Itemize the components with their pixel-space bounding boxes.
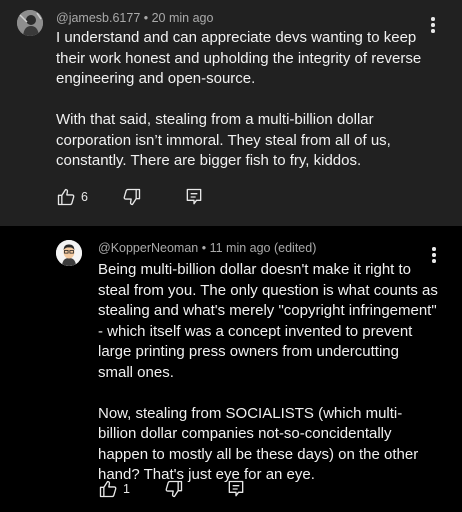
like-button[interactable]: 1 xyxy=(98,479,130,499)
thumbs-up-icon xyxy=(99,480,117,498)
timestamp[interactable]: 11 min ago (edited) xyxy=(210,241,317,255)
avatar[interactable] xyxy=(56,240,82,266)
reply-button[interactable] xyxy=(184,187,204,207)
like-button[interactable]: 6 xyxy=(56,187,88,207)
reply-button[interactable] xyxy=(226,479,246,499)
comment-paragraph: Now, stealing from SOCIALISTS (which mul… xyxy=(98,404,419,484)
thumbs-up-icon xyxy=(57,188,75,206)
comment-meta: @KopperNeoman • 11 min ago (edited) xyxy=(98,241,316,255)
avatar[interactable] xyxy=(17,10,43,36)
author-handle[interactable]: @jamesb.6177 xyxy=(56,11,140,25)
comment-meta: @jamesb.6177 • 20 min ago xyxy=(56,11,213,25)
like-count: 1 xyxy=(123,482,130,496)
dislike-button[interactable] xyxy=(164,479,184,499)
comment-paragraph: I understand and can appreciate devs wan… xyxy=(56,29,422,87)
reply-icon xyxy=(228,480,244,497)
reply-icon xyxy=(186,188,202,205)
timestamp[interactable]: 20 min ago xyxy=(152,11,214,25)
comment-text: I understand and can appreciate devs wan… xyxy=(56,28,436,172)
like-count: 6 xyxy=(81,190,88,204)
comment-paragraph: Being multi-billion dollar doesn't make … xyxy=(98,261,438,381)
meta-separator: • xyxy=(140,11,152,25)
thumbs-down-icon xyxy=(165,480,183,498)
comment-text: Being multi-billion dollar doesn't make … xyxy=(98,260,438,486)
comment-paragraph: With that said, stealing from a multi-bi… xyxy=(56,111,391,169)
meta-separator: • xyxy=(198,241,210,255)
comment-top: @jamesb.6177 • 20 min ago I understand a… xyxy=(0,0,462,226)
comment-reply: @KopperNeoman • 11 min ago (edited) Bein… xyxy=(0,226,462,512)
dislike-button[interactable] xyxy=(122,187,142,207)
author-handle[interactable]: @KopperNeoman xyxy=(98,241,198,255)
thumbs-down-icon xyxy=(123,188,141,206)
